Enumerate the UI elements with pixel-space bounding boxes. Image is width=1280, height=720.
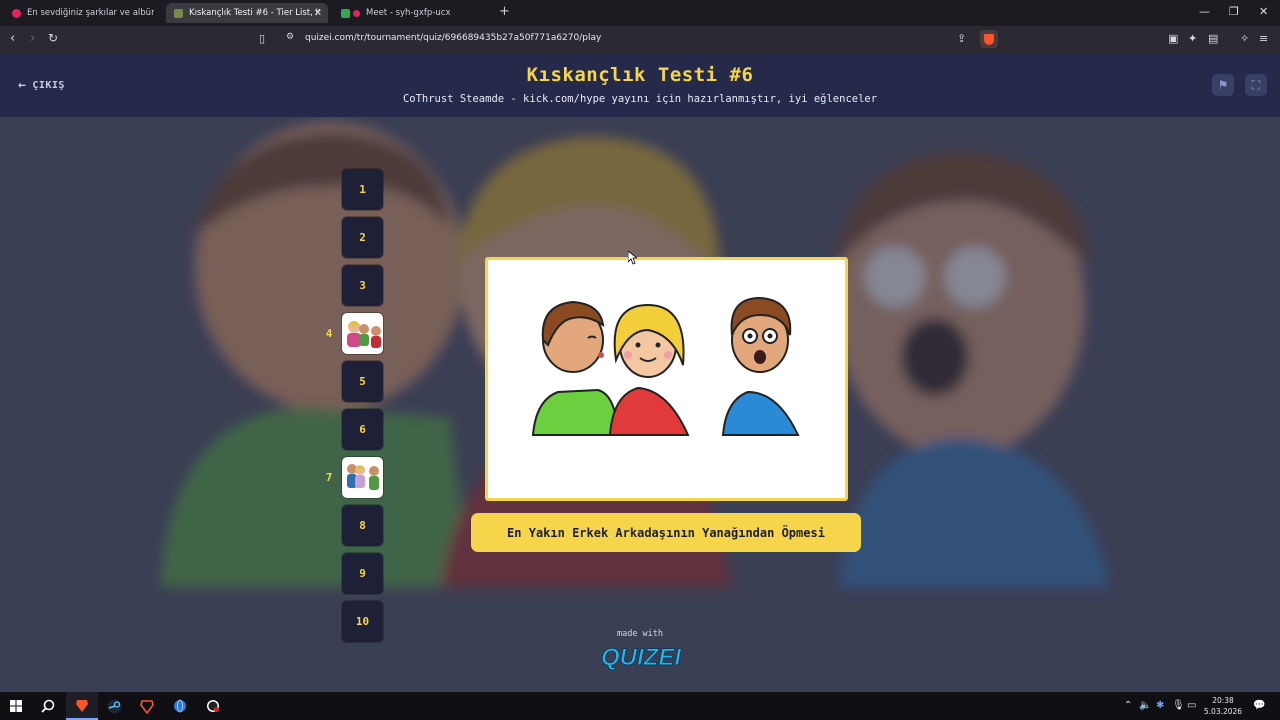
slot-number: 10 [355, 615, 370, 628]
fullscreen-button[interactable]: ⛶ [1245, 74, 1267, 96]
minimize-button[interactable]: — [1199, 5, 1210, 18]
windows-taskbar: ⌃ 🔈 ✱ 🎙 ▭ 20:38 5.03.2026 💬 [0, 692, 1280, 720]
youtube-music-icon [12, 8, 21, 18]
new-tab-button[interactable]: + [499, 4, 510, 19]
meet-icon [341, 8, 350, 18]
globe-icon [174, 699, 186, 713]
brave-icon [76, 699, 88, 712]
close-tab-icon[interactable]: ✕ [314, 8, 322, 19]
choice-illustration [531, 296, 800, 436]
site-settings-icon[interactable]: ⚙ [286, 32, 294, 42]
forward-icon[interactable]: › [30, 31, 35, 46]
bracket-slot[interactable]: 3 [342, 265, 383, 306]
brave-icon [140, 699, 154, 714]
slot-number: 3 [359, 279, 366, 292]
taskbar-brave-2[interactable] [131, 692, 163, 720]
quiz-subtitle: CoThrust Steamde - kick.com/hype yayını … [402, 93, 878, 105]
taskbar-app[interactable] [164, 692, 196, 720]
made-with-label: made with [616, 629, 664, 639]
restore-button[interactable]: ❐ [1229, 5, 1239, 18]
slot-number: 6 [359, 423, 366, 436]
search-button[interactable] [32, 692, 64, 720]
browser-toolbar: ‹ › ↻ ▯ ⚙ quizei.com/tr/tournament/quiz/… [0, 26, 1280, 53]
bookmark-icon[interactable]: ▯ [259, 32, 265, 45]
bracket-slot-image[interactable] [342, 457, 383, 498]
slot-number: 8 [359, 519, 366, 532]
windows-logo-icon [10, 700, 22, 712]
bluetooth-icon[interactable]: ✱ [1156, 700, 1164, 711]
thumbnail-image [347, 464, 379, 490]
slot-number: 1 [359, 183, 366, 196]
bracket-slot[interactable]: 9 [342, 553, 383, 594]
slot-side-label: 7 [325, 471, 333, 484]
reload-icon[interactable]: ↻ [48, 31, 58, 45]
menu-icon[interactable]: ≡ [1259, 32, 1268, 45]
leo-ai-icon[interactable]: ✧ [1240, 32, 1249, 45]
taskbar-clock[interactable]: 20:38 5.03.2026 [1200, 695, 1246, 717]
slot-number: 9 [359, 567, 366, 580]
browser-tab-bar: En sevdiğiniz şarkılar ve albümleri dir … [0, 0, 1280, 26]
bracket-slot[interactable]: 8 [342, 505, 383, 546]
browser-tab[interactable]: Meet - syh-gxfp-ucx [333, 3, 493, 23]
quizei-logo[interactable]: QUIZEI [598, 641, 684, 672]
share-icon[interactable]: ⇪ [957, 32, 966, 45]
quiz-page: ← ÇIKIŞ Kıskançlık Testi #6 CoThrust Ste… [0, 53, 1280, 692]
brave-shield-icon[interactable] [980, 30, 998, 48]
clock-time: 20:38 [1212, 696, 1234, 705]
mouse-cursor-icon [628, 251, 637, 265]
flag-icon: ⚑ [1217, 78, 1229, 92]
bracket-slot-image[interactable] [342, 313, 383, 354]
browser-tab[interactable]: En sevdiğiniz şarkılar ve albümleri dir [4, 3, 162, 23]
volume-icon[interactable]: 🔈 [1139, 700, 1151, 711]
microphone-icon[interactable]: 🎙 [1172, 700, 1185, 711]
taskbar-obs[interactable] [197, 692, 229, 720]
clock-date: 5.03.2026 [1203, 707, 1243, 716]
search-icon [41, 699, 55, 713]
sidebar-icon[interactable]: ▤ [1208, 32, 1218, 45]
puzzle-icon[interactable]: ✦ [1188, 32, 1197, 45]
browser-tab-active[interactable]: Kıskançlık Testi #6 - Tier List, Kö ✕ [166, 3, 328, 23]
choice-caption-button[interactable]: En Yakın Erkek Arkadaşının Yanağından Öp… [471, 513, 861, 552]
bracket-slot[interactable]: 10 [342, 601, 383, 642]
slot-number: 2 [359, 231, 366, 244]
obs-icon [207, 700, 219, 712]
slot-number: 5 [359, 375, 366, 388]
thumbnail-image [347, 321, 381, 348]
address-bar[interactable]: quizei.com/tr/tournament/quiz/696689435b… [305, 33, 601, 43]
recording-icon [353, 9, 360, 17]
extension-icon[interactable]: ▣ [1168, 32, 1178, 45]
start-button[interactable] [0, 692, 32, 720]
taskbar-brave[interactable] [66, 692, 98, 720]
slot-side-label: 4 [325, 327, 333, 340]
close-window-button[interactable]: ✕ [1259, 5, 1268, 18]
report-flag-button[interactable]: ⚑ [1212, 74, 1234, 96]
network-icon[interactable]: ▭ [1187, 700, 1196, 711]
choice-image-card[interactable] [485, 257, 848, 501]
fullscreen-icon: ⛶ [1251, 77, 1261, 92]
quiz-title: Kıskançlık Testi #6 [526, 64, 754, 86]
quizei-favicon [174, 8, 183, 18]
steam-icon [107, 699, 121, 713]
bracket-slot[interactable]: 6 [342, 409, 383, 450]
tab-title: En sevdiğiniz şarkılar ve albümleri dir [27, 8, 154, 18]
taskbar-steam[interactable] [98, 692, 130, 720]
bracket-slot[interactable]: 2 [342, 217, 383, 258]
tab-title: Kıskançlık Testi #6 - Tier List, Kö [189, 8, 320, 18]
tray-overflow-icon[interactable]: ⌃ [1124, 700, 1132, 711]
back-icon[interactable]: ‹ [10, 31, 15, 46]
notifications-icon[interactable]: 💬 [1253, 700, 1265, 711]
quiz-header: ← ÇIKIŞ Kıskançlık Testi #6 CoThrust Ste… [0, 53, 1280, 117]
bracket-slot[interactable]: 5 [342, 361, 383, 402]
tab-title: Meet - syh-gxfp-ucx [366, 8, 451, 18]
svg-text:QUIZEI: QUIZEI [601, 644, 682, 671]
bracket-slot[interactable]: 1 [342, 169, 383, 210]
